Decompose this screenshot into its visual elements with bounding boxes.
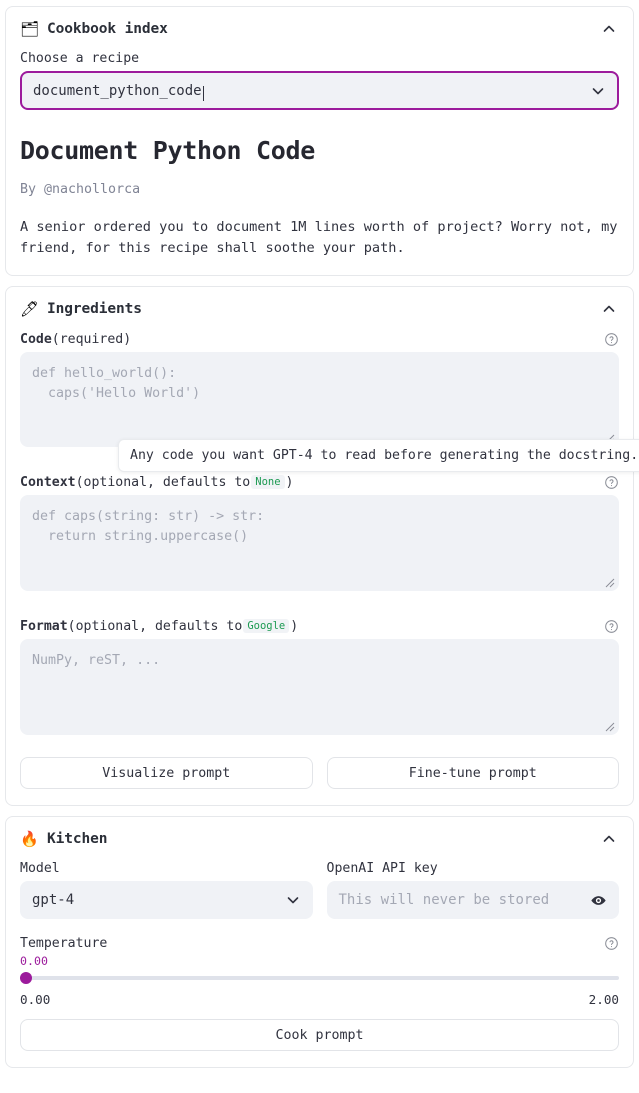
- context-label-strong: Context: [20, 475, 76, 490]
- choose-recipe-label: Choose a recipe: [20, 51, 619, 66]
- format-label-pre: (optional, defaults to: [68, 619, 243, 634]
- cook-prompt-button[interactable]: Cook prompt: [20, 1019, 619, 1051]
- cookbook-index-title: Cookbook index: [47, 21, 168, 37]
- format-label-post: ): [290, 619, 298, 634]
- context-label-post: ): [286, 475, 294, 490]
- recipe-description: A senior ordered you to document 1M line…: [20, 217, 619, 259]
- code-label-strong: Code: [20, 332, 52, 347]
- pen-icon: 🖊: [20, 302, 38, 317]
- slider-min-label: 0.00: [20, 992, 50, 1007]
- context-field-label: Context (optional, defaults to None ): [20, 474, 619, 490]
- context-textarea[interactable]: def caps(string: str) -> str: return str…: [20, 495, 619, 591]
- chevron-down-icon[interactable]: [590, 83, 606, 99]
- model-field: Model gpt-4: [20, 861, 313, 919]
- ingredients-button-row: Visualize prompt Fine-tune prompt: [20, 757, 619, 789]
- model-select[interactable]: gpt-4: [20, 881, 313, 919]
- finetune-prompt-button[interactable]: Fine-tune prompt: [327, 757, 620, 789]
- context-default-chip: None: [251, 475, 284, 489]
- cookbook-index-card: 🗂 Cookbook index Choose a recipe documen…: [5, 6, 634, 276]
- context-label-pre: (optional, defaults to: [76, 475, 251, 490]
- chevron-up-icon[interactable]: [599, 299, 619, 319]
- code-textarea-wrap: def hello_world(): caps('Hello World'): [20, 352, 619, 447]
- chevron-up-icon[interactable]: [599, 19, 619, 39]
- temperature-slider-block: Temperature 0.00 0.00 2.00: [20, 935, 619, 1007]
- kitchen-header[interactable]: 🔥 Kitchen: [20, 817, 619, 861]
- slider-max-label: 2.00: [589, 992, 619, 1007]
- ingredients-card: 🖊 Ingredients Code (required) def hello_…: [5, 286, 634, 806]
- format-textarea[interactable]: NumPy, reST, ...: [20, 639, 619, 735]
- apikey-input[interactable]: This will never be stored: [327, 881, 620, 919]
- visualize-prompt-button[interactable]: Visualize prompt: [20, 757, 313, 789]
- chevron-down-icon[interactable]: [285, 892, 301, 908]
- format-label-strong: Format: [20, 619, 68, 634]
- temperature-label-row: Temperature: [20, 935, 619, 951]
- temperature-label: Temperature: [20, 936, 107, 951]
- slider-thumb[interactable]: [20, 972, 32, 984]
- fire-icon: 🔥: [20, 832, 38, 847]
- temperature-current-value: 0.00: [20, 954, 619, 968]
- recipe-select[interactable]: document_python_code: [20, 71, 619, 110]
- kitchen-card: 🔥 Kitchen Model gpt-4 OpenAI API key Th: [5, 816, 634, 1068]
- model-select-value: gpt-4: [32, 892, 74, 908]
- code-field-tooltip: Any code you want GPT-4 to read before g…: [118, 439, 639, 472]
- text-caret: [203, 86, 204, 101]
- recipe-select-value: document_python_code: [33, 83, 202, 99]
- apikey-placeholder: This will never be stored: [339, 892, 550, 908]
- recipe-title: Document Python Code: [20, 136, 619, 165]
- kitchen-title: Kitchen: [47, 831, 107, 847]
- format-default-chip: Google: [243, 619, 289, 633]
- temperature-slider[interactable]: [20, 970, 619, 986]
- eye-icon[interactable]: [590, 892, 607, 909]
- slider-bounds: 0.00 2.00: [20, 992, 619, 1007]
- help-icon[interactable]: [603, 935, 619, 951]
- chevron-up-icon[interactable]: [599, 829, 619, 849]
- model-label: Model: [20, 861, 313, 876]
- resize-handle-icon[interactable]: [602, 719, 615, 732]
- kitchen-grid: Model gpt-4 OpenAI API key This will nev…: [20, 861, 619, 919]
- format-field-label: Format (optional, defaults to Google ): [20, 618, 619, 634]
- code-field-label: Code (required): [20, 331, 619, 347]
- code-label-rest: (required): [52, 332, 131, 347]
- apikey-label: OpenAI API key: [327, 861, 620, 876]
- card-index-dividers-icon: 🗂: [20, 22, 38, 37]
- apikey-field: OpenAI API key This will never be stored: [327, 861, 620, 919]
- help-icon[interactable]: [603, 474, 619, 490]
- app-root: 🗂 Cookbook index Choose a recipe documen…: [0, 0, 639, 1093]
- ingredients-header[interactable]: 🖊 Ingredients: [20, 287, 619, 331]
- cookbook-index-header[interactable]: 🗂 Cookbook index: [20, 7, 619, 51]
- ingredients-title: Ingredients: [47, 301, 142, 317]
- format-textarea-wrap: NumPy, reST, ...: [20, 639, 619, 735]
- resize-handle-icon[interactable]: [602, 575, 615, 588]
- help-icon[interactable]: [603, 618, 619, 634]
- help-icon[interactable]: [603, 331, 619, 347]
- recipe-author: By @nachollorca: [20, 182, 619, 197]
- slider-track: [20, 976, 619, 980]
- code-textarea[interactable]: def hello_world(): caps('Hello World'): [20, 352, 619, 447]
- context-textarea-wrap: def caps(string: str) -> str: return str…: [20, 495, 619, 591]
